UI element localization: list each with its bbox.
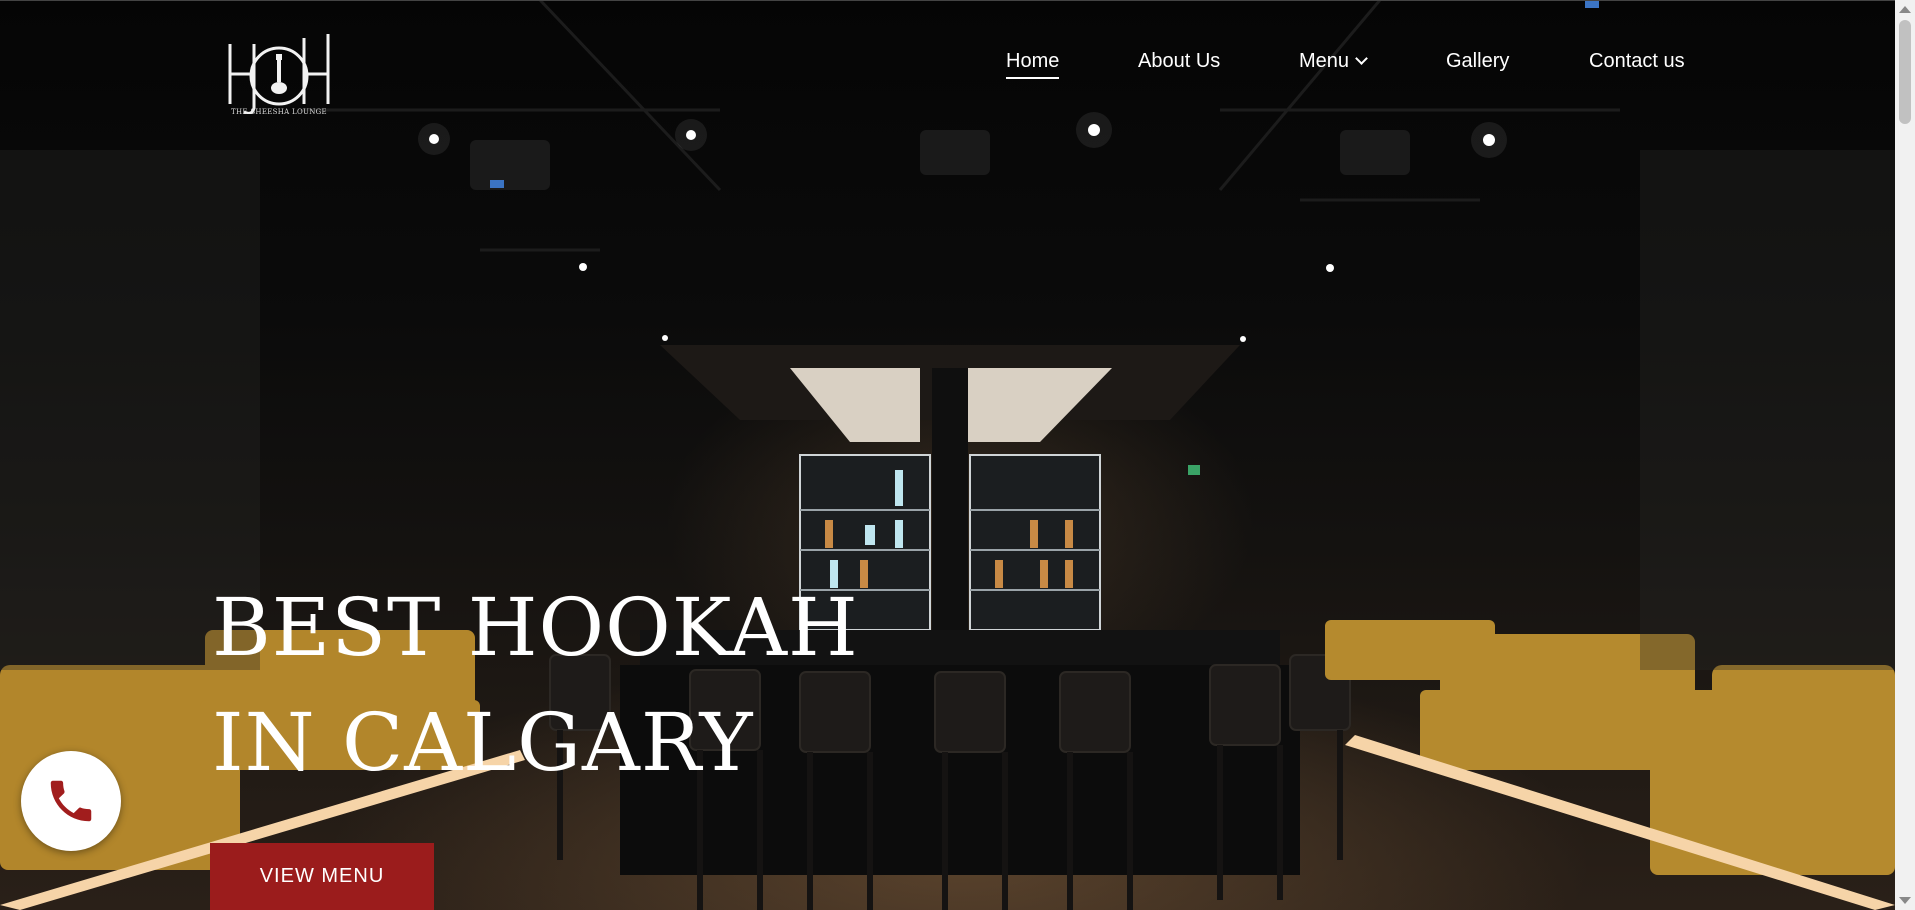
logo-tagline: THE SHEESHA LOUNGE xyxy=(231,108,327,116)
nav-menu-label: Menu xyxy=(1299,50,1350,72)
top-border xyxy=(0,0,1895,1)
vertical-scrollbar[interactable] xyxy=(1895,0,1915,910)
hero-headline: BEST HOOKAH IN CALGARY xyxy=(212,570,859,800)
view-menu-button[interactable]: VIEW MENU xyxy=(210,843,434,910)
nav-about-link[interactable]: About Us xyxy=(1138,50,1220,73)
chevron-down-icon xyxy=(1355,52,1368,65)
scroll-up-arrow-icon[interactable] xyxy=(1899,6,1911,13)
scroll-down-arrow-icon[interactable] xyxy=(1899,897,1911,904)
main-navigation: Home About Us Menu Gallery Contact us xyxy=(0,50,1895,80)
headline-line-2: IN CALGARY xyxy=(212,696,754,789)
nav-gallery-link[interactable]: Gallery xyxy=(1446,50,1509,73)
headline-line-1: BEST HOOKAH xyxy=(212,581,859,674)
phone-icon xyxy=(50,780,92,822)
nav-home-link[interactable]: Home xyxy=(1006,50,1060,79)
nav-contact-link[interactable]: Contact us xyxy=(1589,50,1685,73)
scroll-thumb[interactable] xyxy=(1899,20,1911,124)
call-button[interactable] xyxy=(21,751,121,851)
nav-menu-dropdown[interactable]: Menu xyxy=(1299,50,1368,73)
